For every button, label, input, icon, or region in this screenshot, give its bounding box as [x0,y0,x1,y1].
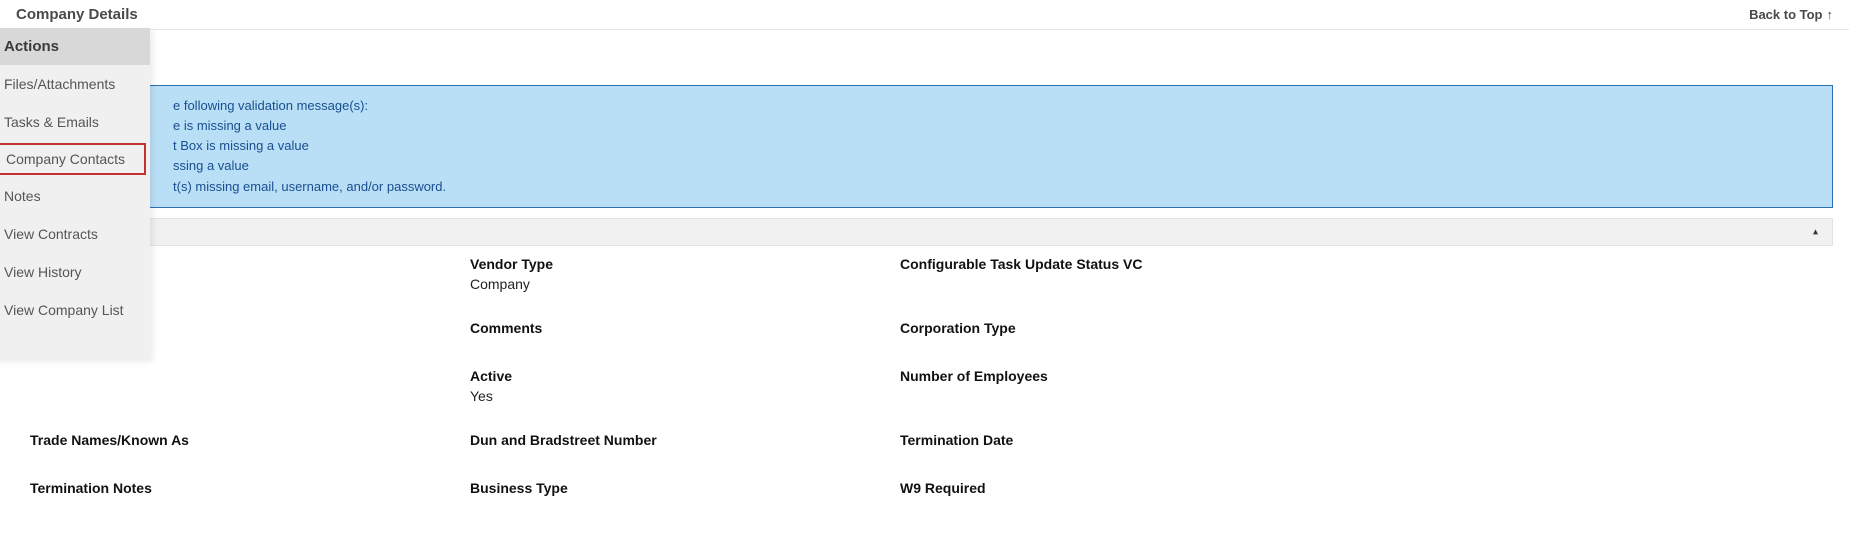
field-trade-names-known-as: Trade Names/Known As [30,432,470,452]
details-grid: Vendor Type Company Configurable Task Up… [22,256,1833,500]
section-header: ▴ [22,218,1833,246]
arrow-up-icon: ↑ [1827,7,1834,22]
menu-item-notes[interactable]: Notes [0,177,150,215]
field-termination-date: Termination Date [900,432,1500,452]
field-blank-3 [30,368,470,372]
menu-item-company-contacts[interactable]: Company Contacts [0,143,146,175]
validation-line: t Box is missing a value [173,136,1818,156]
record-bar: s for this Record [22,42,1833,71]
field-number-of-employees: Number of Employees [900,368,1500,388]
menu-item-files-attachments[interactable]: Files/Attachments [0,65,150,103]
menu-item-tasks-emails[interactable]: Tasks & Emails [0,103,150,141]
field-value: Company [470,276,900,292]
body-area: s for this Record Actions Files/Attachme… [0,30,1849,520]
collapse-up-icon[interactable]: ▴ [1813,226,1818,237]
field-corporation-type: Corporation Type [900,320,1500,340]
field-label: Business Type [470,480,900,496]
menu-item-view-contracts[interactable]: View Contracts [0,215,150,253]
field-termination-notes: Termination Notes [30,480,470,500]
field-label: Configurable Task Update Status VC [900,256,1500,272]
field-configurable-task-update-status-vc: Configurable Task Update Status VC [900,256,1500,276]
field-label: Termination Date [900,432,1500,448]
validation-line: t(s) missing email, username, and/or pas… [173,177,1818,197]
back-to-top-label: Back to Top [1749,7,1822,22]
field-value: Yes [470,388,900,404]
page-title: Company Details [16,6,138,23]
field-label: Corporation Type [900,320,1500,336]
field-comments: Comments [470,320,900,340]
menu-item-view-company-list[interactable]: View Company List [0,291,150,329]
field-dun-and-bradstreet-number: Dun and Bradstreet Number [470,432,900,452]
menu-item-view-history[interactable]: View History [0,253,150,291]
validation-line: e is missing a value [173,116,1818,136]
field-label: Active [470,368,900,384]
field-label: W9 Required [900,480,1500,496]
field-label: Termination Notes [30,480,470,496]
field-active: Active Yes [470,368,900,404]
field-vendor-type: Vendor Type Company [470,256,900,292]
field-label: Vendor Type [470,256,900,272]
field-label: Dun and Bradstreet Number [470,432,900,448]
actions-menu: Actions Files/Attachments Tasks & Emails… [0,28,150,359]
validation-line: ssing a value [173,156,1818,176]
field-label: Number of Employees [900,368,1500,384]
page-header: Company Details Back to Top ↑ [0,0,1849,30]
back-to-top-link[interactable]: Back to Top ↑ [1749,7,1833,22]
field-w9-required: W9 Required [900,480,1500,500]
field-label: Trade Names/Known As [30,432,470,448]
actions-menu-header: Actions [0,28,150,65]
validation-panel: e following validation message(s): e is … [22,85,1833,208]
field-business-type: Business Type [470,480,900,500]
field-label: Comments [470,320,900,336]
validation-line: e following validation message(s): [173,96,1818,116]
